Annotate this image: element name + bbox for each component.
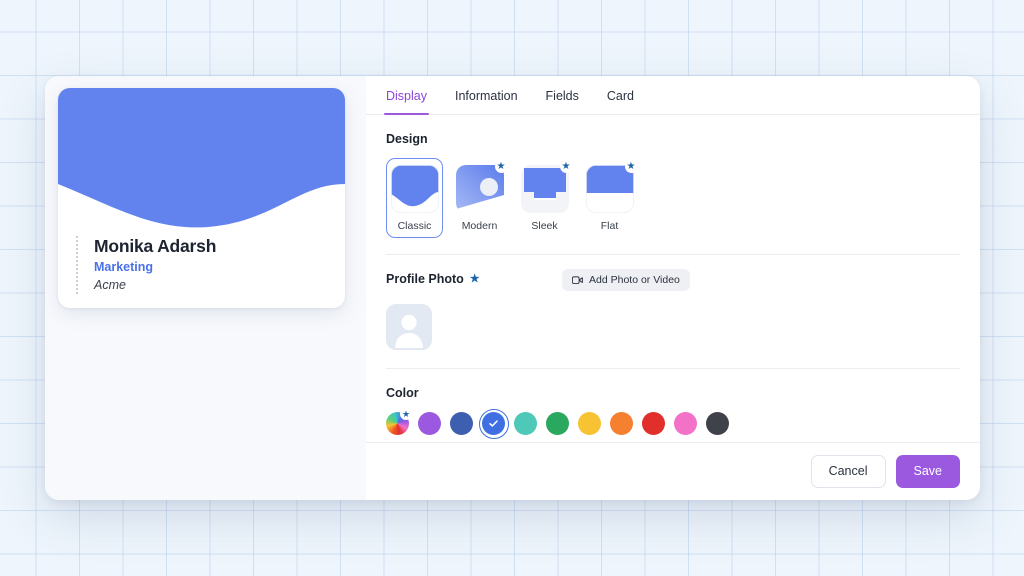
design-title-text: Design (386, 132, 428, 146)
color-swatch-teal[interactable] (514, 412, 537, 435)
design-label-flat: Flat (600, 220, 619, 232)
profile-photo-placeholder[interactable] (386, 304, 432, 350)
tab-card[interactable]: Card (607, 89, 634, 114)
premium-star-icon: ★ (469, 272, 480, 285)
color-swatch-charcoal[interactable] (706, 412, 729, 435)
design-label-sleek: Sleek (531, 220, 558, 232)
design-label-modern: Modern (461, 220, 498, 232)
design-thumb-wrap-sleek: ★ (520, 160, 573, 213)
card-text-block: Monika Adarsh Marketing Acme (76, 236, 216, 294)
design-thumb-wrap-flat: ★ (585, 160, 638, 213)
card-name: Monika Adarsh (94, 236, 217, 256)
design-option-modern[interactable]: ★ Modern (451, 158, 508, 238)
design-option-flat[interactable]: ★ Flat (581, 158, 638, 238)
color-swatch-red[interactable] (642, 412, 665, 435)
business-card-preview[interactable]: Monika Adarsh Marketing Acme (58, 88, 345, 308)
check-icon (482, 412, 505, 435)
profile-photo-title-wrap: Profile Photo ★ (386, 272, 562, 298)
cancel-button[interactable]: Cancel (810, 455, 886, 488)
profile-photo-section-title: Profile Photo ★ (386, 272, 562, 286)
design-option-sleek[interactable]: ★ Sleek (516, 158, 573, 238)
profile-photo-title-text: Profile Photo (386, 272, 464, 286)
color-swatch-blue[interactable] (478, 408, 509, 439)
color-section: Color ★ (386, 368, 960, 442)
premium-star-icon: ★ (624, 160, 638, 173)
design-thumb-wrap-modern: ★ (455, 160, 508, 213)
edit-card-modal: Monika Adarsh Marketing Acme Display Inf… (45, 76, 980, 500)
card-role: Marketing (94, 260, 154, 274)
color-swatch-rainbow[interactable]: ★ (386, 408, 412, 435)
color-swatch-indigo[interactable] (450, 412, 473, 435)
app-root: Monika Adarsh Marketing Acme Display Inf… (0, 0, 1024, 576)
card-banner-wave (58, 88, 345, 228)
person-avatar-icon (395, 314, 423, 348)
tab-fields[interactable]: Fields (546, 89, 579, 114)
design-label-classic: Classic (397, 220, 432, 232)
color-swatch-purple[interactable] (418, 412, 441, 435)
color-swatch-row: ★ (386, 408, 960, 442)
color-section-title: Color (386, 386, 960, 400)
tab-display[interactable]: Display (384, 89, 429, 115)
design-option-classic[interactable]: Classic (386, 158, 443, 238)
profile-photo-section: Profile Photo ★ Add Photo or Video (386, 254, 960, 368)
design-section: Design Classic ★ Modern ★ Sleek ★ Flat (386, 115, 960, 254)
color-swatch-pink[interactable] (674, 412, 697, 435)
premium-star-icon: ★ (494, 160, 508, 173)
color-swatch-orange[interactable] (610, 412, 633, 435)
settings-pane: Display Information Fields Card Design C… (366, 76, 980, 500)
design-thumb-wrap-classic (390, 165, 439, 213)
save-button[interactable]: Save (895, 455, 960, 488)
design-section-title: Design (386, 132, 960, 146)
design-options-row: Classic ★ Modern ★ Sleek ★ Flat (386, 158, 960, 254)
design-thumb-modern-icon (455, 165, 504, 213)
design-thumb-classic-icon (390, 165, 439, 213)
profile-photo-header: Profile Photo ★ Add Photo or Video (386, 269, 960, 298)
design-thumb-sleek-icon (520, 165, 569, 213)
card-company: Acme (94, 278, 126, 292)
modal-footer: Cancel Save (366, 442, 980, 500)
color-title-text: Color (386, 386, 419, 400)
color-swatch-green[interactable] (546, 412, 569, 435)
premium-star-icon: ★ (400, 408, 412, 420)
color-swatch-yellow[interactable] (578, 412, 601, 435)
design-thumb-flat-icon (585, 165, 634, 213)
add-photo-button-label: Add Photo or Video (589, 274, 680, 286)
card-preview-pane: Monika Adarsh Marketing Acme (45, 76, 366, 500)
settings-body: Design Classic ★ Modern ★ Sleek ★ Flat P… (366, 115, 980, 442)
tab-bar: Display Information Fields Card (366, 76, 980, 115)
premium-star-icon: ★ (559, 160, 573, 173)
add-photo-or-video-button[interactable]: Add Photo or Video (562, 269, 690, 291)
tab-information[interactable]: Information (455, 89, 518, 114)
camera-icon (572, 276, 583, 285)
